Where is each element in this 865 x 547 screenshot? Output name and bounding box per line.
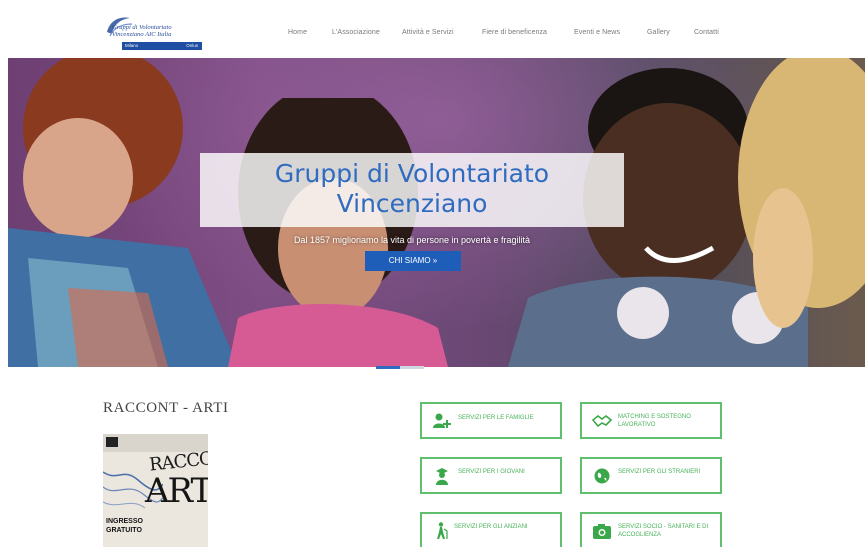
poster-gratuito: GRATUITO bbox=[106, 527, 142, 534]
nav-contatti[interactable]: Contatti bbox=[694, 29, 719, 36]
slider-dot-active[interactable] bbox=[376, 366, 400, 369]
poster-ingresso: INGRESSO bbox=[106, 518, 143, 525]
poster-logo-block bbox=[106, 437, 118, 447]
service-label: SERVIZI PER LE FAMIGLIE bbox=[458, 415, 534, 421]
service-stranieri-button[interactable]: SERVIZI PER GLI STRANIERI bbox=[580, 457, 722, 494]
camera-icon bbox=[593, 524, 611, 539]
chi-siamo-button[interactable]: CHI SIAMO » bbox=[365, 251, 461, 271]
hero-title-box: Gruppi di Volontariato Vincenziano bbox=[200, 153, 624, 227]
logo-bar-right: Onlus bbox=[186, 43, 198, 48]
hero-person-far-right bbox=[738, 58, 865, 328]
slider-indicator[interactable] bbox=[376, 366, 426, 369]
nav-eventi-news[interactable]: Eventi e News bbox=[574, 29, 620, 36]
service-anziani-button[interactable]: SERVIZI PER GLI ANZIANI bbox=[420, 512, 562, 547]
nav-home[interactable]: Home bbox=[288, 29, 307, 36]
service-label: MATCHING E SOSTEGNO LAVORATIVO bbox=[618, 414, 691, 428]
hero-title-line2: Vincenziano bbox=[336, 189, 488, 218]
hero-title-line1: Gruppi di Volontariato bbox=[274, 159, 550, 188]
service-label: SERVIZI PER GLI ANZIANI bbox=[454, 524, 528, 530]
globe-icon bbox=[594, 468, 610, 484]
nav-gallery[interactable]: Gallery bbox=[647, 29, 670, 36]
service-socio-sanitari-button[interactable]: SERVIZI SOCIO - SANITARI E DI ACCOGLIENZ… bbox=[580, 512, 722, 547]
service-famiglie-button[interactable]: SERVIZI PER LE FAMIGLIE bbox=[420, 402, 562, 439]
service-label: SERVIZI SOCIO - SANITARI E DI ACCOGLIENZ… bbox=[618, 524, 709, 538]
service-label: SERVIZI PER I GIOVANI bbox=[458, 469, 525, 475]
poster-word-arti: ARTI bbox=[145, 471, 208, 511]
event-poster[interactable]: RACCONT ARTI INGRESSO GRATUITO bbox=[103, 434, 208, 547]
hero-person-center bbox=[228, 98, 448, 367]
slider-dot[interactable] bbox=[400, 366, 424, 369]
nav-associazione[interactable]: L'Associazione bbox=[332, 29, 380, 36]
hero-slider: Gruppi di Volontariato Vincenziano Dal 1… bbox=[8, 58, 865, 367]
elderly-walking-icon bbox=[437, 522, 448, 539]
section-title: RACCONT - ARTI bbox=[103, 400, 229, 416]
nav-fiere-beneficenza[interactable]: Fiere di beneficenza bbox=[482, 29, 547, 36]
site-header: Gruppi di Volontariato Vincenziano AIC I… bbox=[0, 0, 865, 58]
logo-bar-left: Milano bbox=[125, 43, 139, 48]
graduate-icon bbox=[436, 468, 448, 485]
handshake-icon bbox=[592, 414, 612, 428]
service-giovani-button[interactable]: SERVIZI PER I GIOVANI bbox=[420, 457, 562, 494]
service-label: SERVIZI PER GLI STRANIERI bbox=[618, 469, 701, 475]
nav-attivita-servizi[interactable]: Attività e Servizi bbox=[402, 29, 454, 36]
hero-subtitle: Dal 1857 miglioriamo la vita di persone … bbox=[293, 235, 531, 245]
logo-bar: Milano Onlus bbox=[122, 42, 202, 50]
family-add-icon bbox=[433, 413, 451, 428]
main-nav: Home L'Associazione Attività e Servizi F… bbox=[0, 29, 865, 41]
service-matching-button[interactable]: MATCHING E SOSTEGNO LAVORATIVO bbox=[580, 402, 722, 439]
